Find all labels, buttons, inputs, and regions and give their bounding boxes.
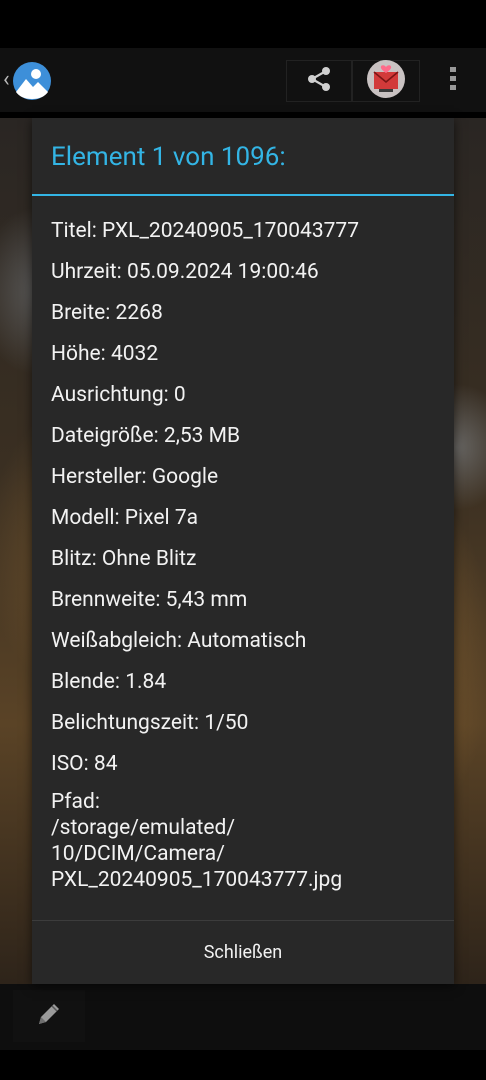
mail-heart-icon (366, 59, 406, 103)
path-line-3: PXL_20240905_170043777.jpg (51, 868, 343, 892)
path-line-1: /storage/emulated/ (51, 816, 236, 840)
title-divider (32, 194, 454, 196)
info-row-focal-length: Brennweite: 5,43 mm (51, 588, 248, 612)
close-button[interactable]: Schließen (32, 921, 454, 984)
info-row-iso: ISO: 84 (51, 752, 118, 776)
pencil-icon (33, 998, 65, 1034)
info-row-aperture: Blende: 1.84 (51, 670, 167, 694)
overflow-menu-button[interactable] (438, 64, 468, 98)
edit-button[interactable] (13, 990, 85, 1042)
info-row-flash: Blitz: Ohne Blitz (51, 547, 197, 571)
info-row-height: Höhe: 4032 (51, 342, 159, 366)
info-row-manufacturer: Hersteller: Google (51, 465, 219, 489)
status-bar (0, 0, 486, 48)
info-row-title: Titel: PXL_20240905_170043777 (51, 219, 360, 243)
info-row-width: Breite: 2268 (51, 301, 163, 325)
info-row-orientation: Ausrichtung: 0 (51, 383, 186, 407)
info-row-exposure-time: Belichtungszeit: 1/50 (51, 711, 249, 735)
gallery-icon[interactable] (13, 62, 51, 100)
share-icon (305, 65, 333, 97)
path-label: Pfad: (51, 790, 100, 814)
info-row-file-size: Dateigröße: 2,53 MB (51, 424, 241, 448)
info-row-white-balance: Weißabgleich: Automatisch (51, 629, 307, 653)
info-list: Titel: PXL_20240905_170043777 Uhrzeit: 0… (51, 211, 441, 893)
mail-button[interactable] (352, 60, 420, 102)
share-button[interactable] (286, 60, 352, 102)
path-line-2: 10/DCIM/Camera/ (51, 842, 225, 866)
info-row-model: Modell: Pixel 7a (51, 506, 199, 530)
screen: ‹ Element 1 von 1096: Titel: PXL_2024090… (0, 0, 486, 1080)
back-chevron-icon[interactable]: ‹ (3, 68, 10, 92)
info-row-path: Pfad: /storage/emulated/ 10/DCIM/Camera/… (51, 789, 441, 893)
navigation-bar (0, 1050, 486, 1080)
details-dialog: Element 1 von 1096: Titel: PXL_20240905_… (32, 118, 454, 984)
more-vert-icon (449, 66, 457, 96)
dialog-title: Element 1 von 1096: (51, 142, 286, 172)
info-row-time: Uhrzeit: 05.09.2024 19:00:46 (51, 260, 319, 284)
